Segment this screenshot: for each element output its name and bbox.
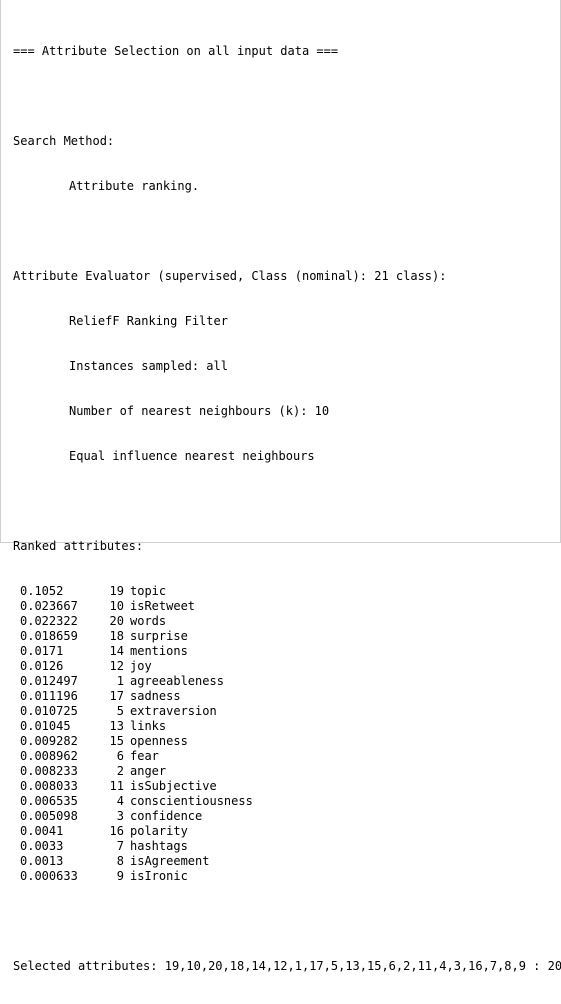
attribute-name: words	[130, 614, 167, 628]
attribute-index: 18	[109, 629, 124, 643]
ranked-attribute-row: 0.011196 17 sadness	[13, 689, 552, 704]
attribute-index: 5	[116, 704, 124, 718]
ranked-attribute-row: 0.000633 9 isIronic	[13, 869, 552, 884]
attribute-name: joy	[130, 659, 152, 673]
ranked-attribute-row: 0.009282 15 openness	[13, 734, 552, 749]
attribute-name: openness	[130, 734, 188, 748]
ranked-attribute-row: 0.0126 12 joy	[13, 659, 552, 674]
attribute-score: 0.009282	[20, 734, 78, 748]
attribute-index: 19	[109, 584, 124, 598]
attribute-score: 0.008033	[20, 779, 78, 793]
attribute-index: 20	[109, 614, 124, 628]
attribute-name: isRetweet	[130, 599, 196, 613]
attribute-index: 10	[109, 599, 124, 613]
attribute-index: 11	[109, 779, 124, 793]
ranked-attribute-row: 0.0013 8 isAgreement	[13, 854, 552, 869]
ranked-attribute-row: 0.005098 3 confidence	[13, 809, 552, 824]
attribute-name: agreeableness	[130, 674, 224, 688]
attribute-score: 0.0171	[20, 644, 64, 658]
attribute-index: 9	[116, 869, 124, 883]
attribute-score: 0.010725	[20, 704, 78, 718]
ranked-attribute-row: 0.1052 19 topic	[13, 584, 552, 599]
attribute-name: isSubjective	[130, 779, 217, 793]
attribute-score: 0.0013	[20, 854, 64, 868]
attribute-score: 0.023667	[20, 599, 78, 613]
attribute-name: anger	[130, 764, 167, 778]
ranked-attribute-row: 0.008962 6 fear	[13, 749, 552, 764]
ranked-attribute-row: 0.01045 13 links	[13, 719, 552, 734]
attribute-name: isIronic	[130, 869, 188, 883]
attribute-score: 0.0041	[20, 824, 64, 838]
attribute-name: topic	[130, 584, 167, 598]
attribute-index: 12	[109, 659, 124, 673]
attribute-score: 0.0033	[20, 839, 64, 853]
attribute-name: conscientiousness	[130, 794, 253, 808]
output-panel: === Attribute Selection on all input dat…	[0, 0, 561, 973]
attribute-name: mentions	[130, 644, 188, 658]
ranked-attribute-row: 0.022322 20 words	[13, 614, 552, 629]
attribute-score: 0.012497	[20, 674, 78, 688]
attribute-index: 15	[109, 734, 124, 748]
attribute-index: 14	[109, 644, 124, 658]
attribute-name: hashtags	[130, 839, 188, 853]
attribute-index: 2	[116, 764, 124, 778]
evaluator-detail: Number of nearest neighbours (k): 10	[69, 404, 330, 418]
attribute-index: 17	[109, 689, 124, 703]
ranked-attribute-row: 0.008033 11 isSubjective	[13, 779, 552, 794]
output-header: === Attribute Selection on all input dat…	[13, 44, 339, 58]
ranked-attribute-row: 0.023667 10 isRetweet	[13, 599, 552, 614]
attribute-index: 8	[116, 854, 124, 868]
attribute-score: 0.011196	[20, 689, 78, 703]
attribute-name: extraversion	[130, 704, 217, 718]
attribute-index: 6	[116, 749, 124, 763]
attribute-score: 0.018659	[20, 629, 78, 643]
ranked-attribute-row: 0.0171 14 mentions	[13, 644, 552, 659]
attribute-name: links	[130, 719, 167, 733]
ranked-attribute-row: 0.0033 7 hashtags	[13, 839, 552, 854]
ranked-attribute-row: 0.012497 1 agreeableness	[13, 674, 552, 689]
search-method-value: Attribute ranking.	[69, 179, 200, 193]
attribute-evaluator-label: Attribute Evaluator (supervised, Class (…	[13, 269, 447, 283]
selected-attributes: Selected attributes: 19,10,20,18,14,12,1…	[13, 959, 561, 973]
attribute-name: isAgreement	[130, 854, 210, 868]
evaluator-detail: Equal influence nearest neighbours	[69, 449, 315, 463]
evaluator-detail: ReliefF Ranking Filter	[69, 314, 228, 328]
attribute-index: 4	[116, 794, 124, 808]
attribute-score: 0.022322	[20, 614, 78, 628]
attribute-score: 0.0126	[20, 659, 64, 673]
ranked-attributes-list: 0.1052 19 topic 0.023667 10 isRetweet 0.022322…	[13, 584, 552, 884]
attribute-score: 0.000633	[20, 869, 78, 883]
attribute-index: 7	[116, 839, 124, 853]
ranked-attribute-row: 0.0041 16 polarity	[13, 824, 552, 839]
attribute-name: surprise	[130, 629, 188, 643]
evaluator-detail: Instances sampled: all	[69, 359, 228, 373]
attribute-score: 0.1052	[20, 584, 64, 598]
ranked-attribute-row: 0.008233 2 anger	[13, 764, 552, 779]
attribute-index: 3	[116, 809, 124, 823]
attribute-score: 0.008962	[20, 749, 78, 763]
ranked-attribute-row: 0.010725 5 extraversion	[13, 704, 552, 719]
attribute-score: 0.005098	[20, 809, 78, 823]
attribute-score: 0.008233	[20, 764, 78, 778]
attribute-score: 0.006535	[20, 794, 78, 808]
ranked-attributes-label: Ranked attributes:	[13, 539, 144, 553]
attribute-index: 1	[116, 674, 124, 688]
attribute-index: 16	[109, 824, 124, 838]
attribute-index: 13	[109, 719, 124, 733]
attribute-name: polarity	[130, 824, 188, 838]
ranked-attribute-row: 0.018659 18 surprise	[13, 629, 552, 644]
ranked-attribute-row: 0.006535 4 conscientiousness	[13, 794, 552, 809]
attribute-name: fear	[130, 749, 159, 763]
attribute-name: sadness	[130, 689, 181, 703]
attribute-score: 0.01045	[20, 719, 71, 733]
search-method-label: Search Method:	[13, 134, 115, 148]
attribute-name: confidence	[130, 809, 203, 823]
attribute-selection-output[interactable]: === Attribute Selection on all input dat…	[13, 14, 561, 1004]
